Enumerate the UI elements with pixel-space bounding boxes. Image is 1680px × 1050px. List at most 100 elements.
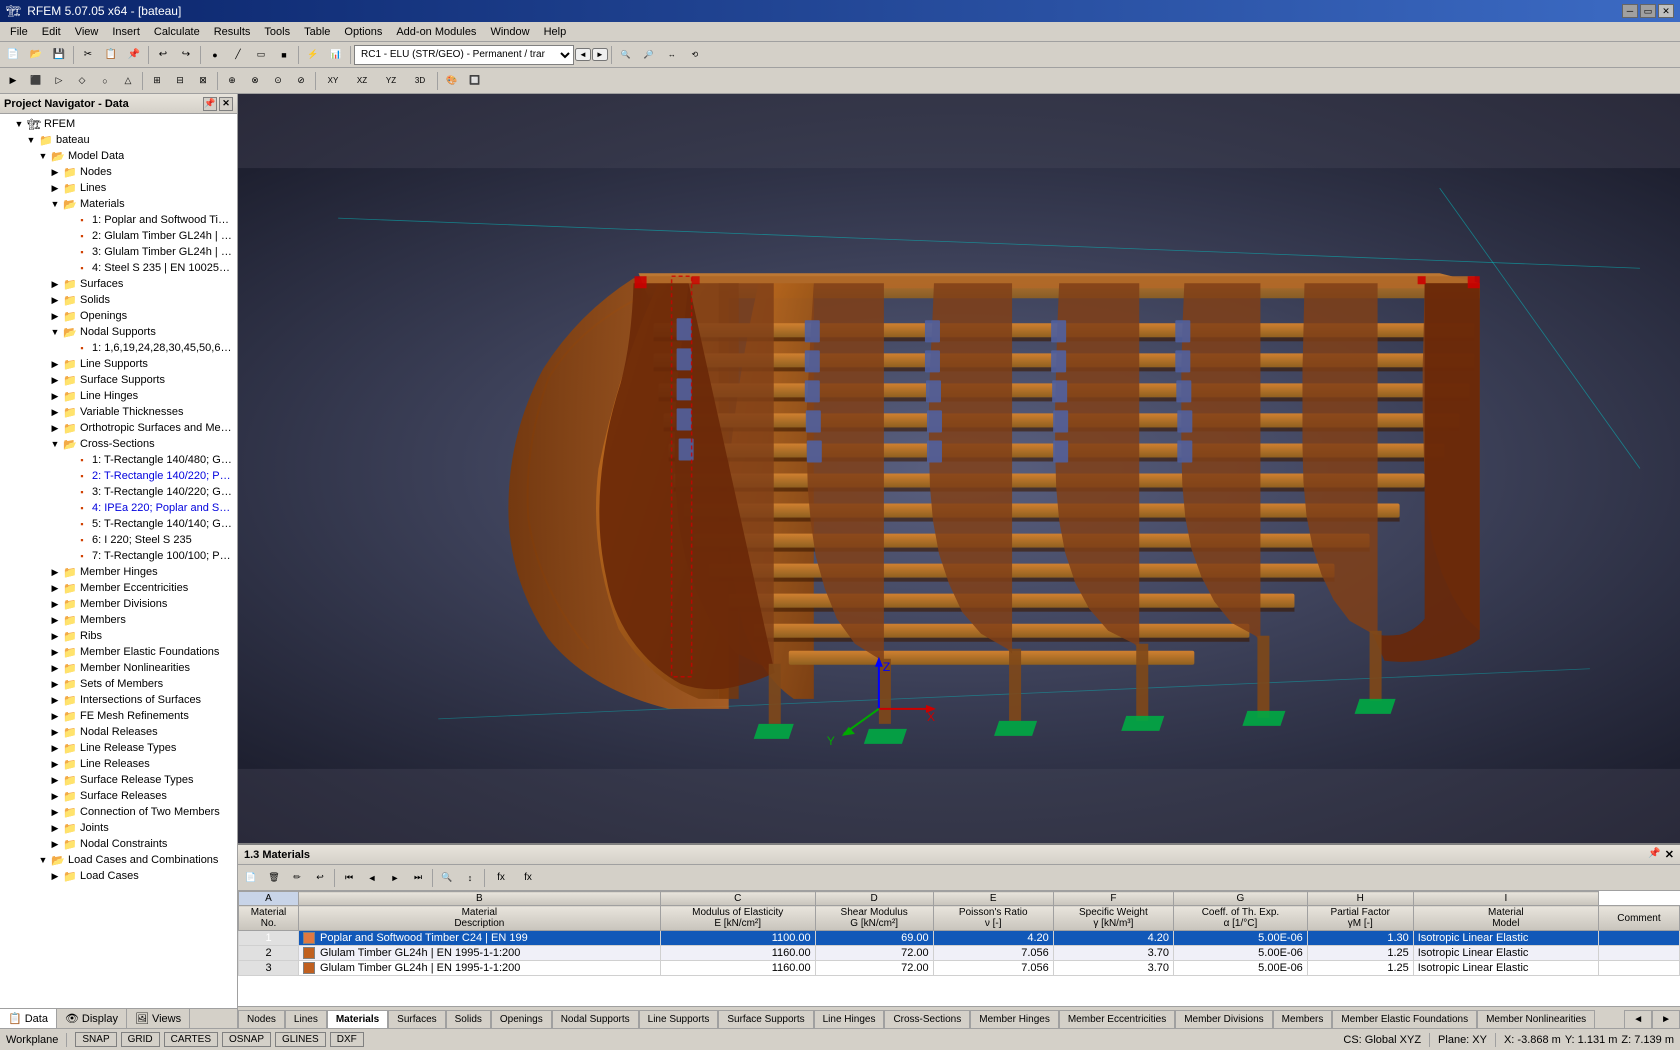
menu-table[interactable]: Table bbox=[298, 25, 336, 39]
tree-item-mat4[interactable]: ▶ ▪ 4: Steel S 235 | EN 10025-2:2004 bbox=[0, 260, 237, 276]
tab-line-supports[interactable]: Line Supports bbox=[639, 1010, 719, 1028]
tree-item-connection-two-members[interactable]: ▶ 📁 Connection of Two Members bbox=[0, 804, 237, 820]
tree-item-member-nonlinearities[interactable]: ▶ 📁 Member Nonlinearities bbox=[0, 660, 237, 676]
tbl-first[interactable]: ⏮ bbox=[338, 867, 360, 889]
cell-row3-desc[interactable]: Glulam Timber GL24h | EN 1995-1-1:200 bbox=[299, 961, 661, 976]
cell-row3-g[interactable]: 72.00 bbox=[815, 961, 933, 976]
tree-item-surface-supports[interactable]: ▶ 📁 Surface Supports bbox=[0, 372, 237, 388]
tb2-snap2[interactable]: ⊗ bbox=[244, 70, 266, 92]
tree-item-cs7[interactable]: ▶ ▪ 7: T-Rectangle 100/100; Popla bbox=[0, 548, 237, 564]
cell-row2-e[interactable]: 1160.00 bbox=[660, 946, 815, 961]
table-row-2[interactable]: 2 Glulam Timber GL24h | EN 1995-1-1:200 … bbox=[239, 946, 1680, 961]
tree-item-intersections-of-surfaces[interactable]: ▶ 📁 Intersections of Surfaces bbox=[0, 692, 237, 708]
dxf-pill[interactable]: DXF bbox=[330, 1032, 364, 1047]
tree-item-member-divisions[interactable]: ▶ 📁 Member Divisions bbox=[0, 596, 237, 612]
nav-pin[interactable]: 📌 bbox=[203, 97, 217, 111]
tb2-view-xz[interactable]: XZ bbox=[348, 70, 376, 92]
tb2-wire[interactable]: 🔲 bbox=[464, 70, 486, 92]
tb-results[interactable]: 📊 bbox=[325, 44, 347, 66]
tb2-btn4[interactable]: ◇ bbox=[71, 70, 93, 92]
cell-row2-gammaM[interactable]: 1.25 bbox=[1307, 946, 1413, 961]
tab-nodes[interactable]: Nodes bbox=[238, 1010, 285, 1028]
tb2-snap4[interactable]: ⊘ bbox=[290, 70, 312, 92]
cell-row3-model[interactable]: Isotropic Linear Elastic bbox=[1413, 961, 1598, 976]
cell-row3-e[interactable]: 1160.00 bbox=[660, 961, 815, 976]
tb2-view-3d[interactable]: 3D bbox=[406, 70, 434, 92]
tree-item-load-cases-combinations[interactable]: ▼ 📂 Load Cases and Combinations bbox=[0, 852, 237, 868]
cell-row2-g[interactable]: 72.00 bbox=[815, 946, 933, 961]
snap-pill[interactable]: SNAP bbox=[75, 1032, 116, 1047]
tree-item-cs2[interactable]: ▶ ▪ 2: T-Rectangle 140/220; Popla bbox=[0, 468, 237, 484]
tree-item-variable-thicknesses[interactable]: ▶ 📁 Variable Thicknesses bbox=[0, 404, 237, 420]
tree-item-member-hinges[interactable]: ▶ 📁 Member Hinges bbox=[0, 564, 237, 580]
tab-scroll-right[interactable]: ► bbox=[1652, 1010, 1680, 1028]
tree-item-cs5[interactable]: ▶ ▪ 5: T-Rectangle 140/140; Glula bbox=[0, 516, 237, 532]
tree-item-cross-sections[interactable]: ▼ 📂 Cross-Sections bbox=[0, 436, 237, 452]
tb-view2[interactable]: 🔎 bbox=[638, 44, 660, 66]
cell-row1-e[interactable]: 1100.00 bbox=[660, 931, 815, 946]
tbl-sort[interactable]: ↕ bbox=[459, 867, 481, 889]
tbl-next[interactable]: ► bbox=[384, 867, 406, 889]
restore-button[interactable]: ▭ bbox=[1640, 4, 1656, 18]
cell-row1-gamma[interactable]: 4.20 bbox=[1053, 931, 1173, 946]
tree-item-member-elastic-foundations[interactable]: ▶ 📁 Member Elastic Foundations bbox=[0, 644, 237, 660]
cell-row1-comment[interactable] bbox=[1598, 931, 1679, 946]
tree-item-line-hinges[interactable]: ▶ 📁 Line Hinges bbox=[0, 388, 237, 404]
tb2-btn7[interactable]: ⊞ bbox=[146, 70, 168, 92]
tree-item-lines[interactable]: ▶ 📁 Lines bbox=[0, 180, 237, 196]
tree-item-model-data[interactable]: ▼ 📂 Model Data bbox=[0, 148, 237, 164]
tree-item-rfem[interactable]: ▼ 🏗 RFEM bbox=[0, 116, 237, 132]
tree-item-cs3[interactable]: ▶ ▪ 3: T-Rectangle 140/220; Glula bbox=[0, 484, 237, 500]
tree-item-nodal-constraints[interactable]: ▶ 📁 Nodal Constraints bbox=[0, 836, 237, 852]
tree-item-line-supports[interactable]: ▶ 📁 Line Supports bbox=[0, 356, 237, 372]
tree-item-cs1[interactable]: ▶ ▪ 1: T-Rectangle 140/480; Glula bbox=[0, 452, 237, 468]
tb2-view-yz[interactable]: YZ bbox=[377, 70, 405, 92]
tb-solid[interactable]: ■ bbox=[273, 44, 295, 66]
table-row-1[interactable]: 1 Poplar and Softwood Timber C24 | EN 19… bbox=[239, 931, 1680, 946]
tab-member-nonlinearities[interactable]: Member Nonlinearities bbox=[1477, 1010, 1595, 1028]
cell-row3-comment[interactable] bbox=[1598, 961, 1679, 976]
tree-item-members[interactable]: ▶ 📁 Members bbox=[0, 612, 237, 628]
tbl-new-row[interactable]: 📄 bbox=[240, 867, 262, 889]
cell-row2-nu[interactable]: 7.056 bbox=[933, 946, 1053, 961]
tb-calc[interactable]: ⚡ bbox=[302, 44, 324, 66]
menu-options[interactable]: Options bbox=[338, 25, 388, 39]
prev-load-case[interactable]: ◄ bbox=[575, 48, 591, 61]
tree-item-surface-release-types[interactable]: ▶ 📁 Surface Release Types bbox=[0, 772, 237, 788]
next-load-case[interactable]: ► bbox=[592, 48, 608, 61]
tb2-btn3[interactable]: ▷ bbox=[48, 70, 70, 92]
table-row-3[interactable]: 3 Glulam Timber GL24h | EN 1995-1-1:200 … bbox=[239, 961, 1680, 976]
tab-surfaces[interactable]: Surfaces bbox=[388, 1010, 445, 1028]
tb2-btn5[interactable]: ○ bbox=[94, 70, 116, 92]
osnap-pill[interactable]: OSNAP bbox=[222, 1032, 271, 1047]
tree-item-ribs[interactable]: ▶ 📁 Ribs bbox=[0, 628, 237, 644]
tree-item-surface-releases[interactable]: ▶ 📁 Surface Releases bbox=[0, 788, 237, 804]
cell-row1-model[interactable]: Isotropic Linear Elastic bbox=[1413, 931, 1598, 946]
tab-cross-sections[interactable]: Cross-Sections bbox=[884, 1010, 970, 1028]
tb2-view-xy[interactable]: XY bbox=[319, 70, 347, 92]
cartes-pill[interactable]: CARTES bbox=[164, 1032, 218, 1047]
menu-help[interactable]: Help bbox=[538, 25, 573, 39]
table-content[interactable]: A B C D E F G H I MaterialNo. Mate bbox=[238, 891, 1680, 1006]
tb2-btn1[interactable]: ▶ bbox=[2, 70, 24, 92]
cell-row1-desc[interactable]: Poplar and Softwood Timber C24 | EN 199 bbox=[299, 931, 661, 946]
tree-item-nodal-supports[interactable]: ▼ 📂 Nodal Supports bbox=[0, 324, 237, 340]
cell-row2-gamma[interactable]: 3.70 bbox=[1053, 946, 1173, 961]
tree-item-fe-mesh[interactable]: ▶ 📁 FE Mesh Refinements bbox=[0, 708, 237, 724]
menu-file[interactable]: File bbox=[4, 25, 34, 39]
load-case-selector[interactable]: RC1 - ELU (STR/GEO) - Permanent / trar bbox=[354, 45, 574, 65]
tb2-snap1[interactable]: ⊕ bbox=[221, 70, 243, 92]
tab-openings[interactable]: Openings bbox=[491, 1010, 552, 1028]
nav-tab-views[interactable]: 🖼 Views bbox=[127, 1009, 190, 1028]
viewport[interactable]: Z X Y bbox=[238, 94, 1680, 843]
cell-row1-nu[interactable]: 4.20 bbox=[933, 931, 1053, 946]
tbl-fx2[interactable]: fx bbox=[515, 867, 541, 889]
cell-row2-model[interactable]: Isotropic Linear Elastic bbox=[1413, 946, 1598, 961]
tab-line-hinges[interactable]: Line Hinges bbox=[814, 1010, 885, 1028]
menu-tools[interactable]: Tools bbox=[258, 25, 296, 39]
tb2-snap3[interactable]: ⊙ bbox=[267, 70, 289, 92]
tab-member-divisions[interactable]: Member Divisions bbox=[1175, 1010, 1272, 1028]
tree-item-openings[interactable]: ▶ 📁 Openings bbox=[0, 308, 237, 324]
cell-row1-alpha[interactable]: 5.00E-06 bbox=[1174, 931, 1308, 946]
tree-item-load-cases-sub[interactable]: ▶ 📁 Load Cases bbox=[0, 868, 237, 884]
